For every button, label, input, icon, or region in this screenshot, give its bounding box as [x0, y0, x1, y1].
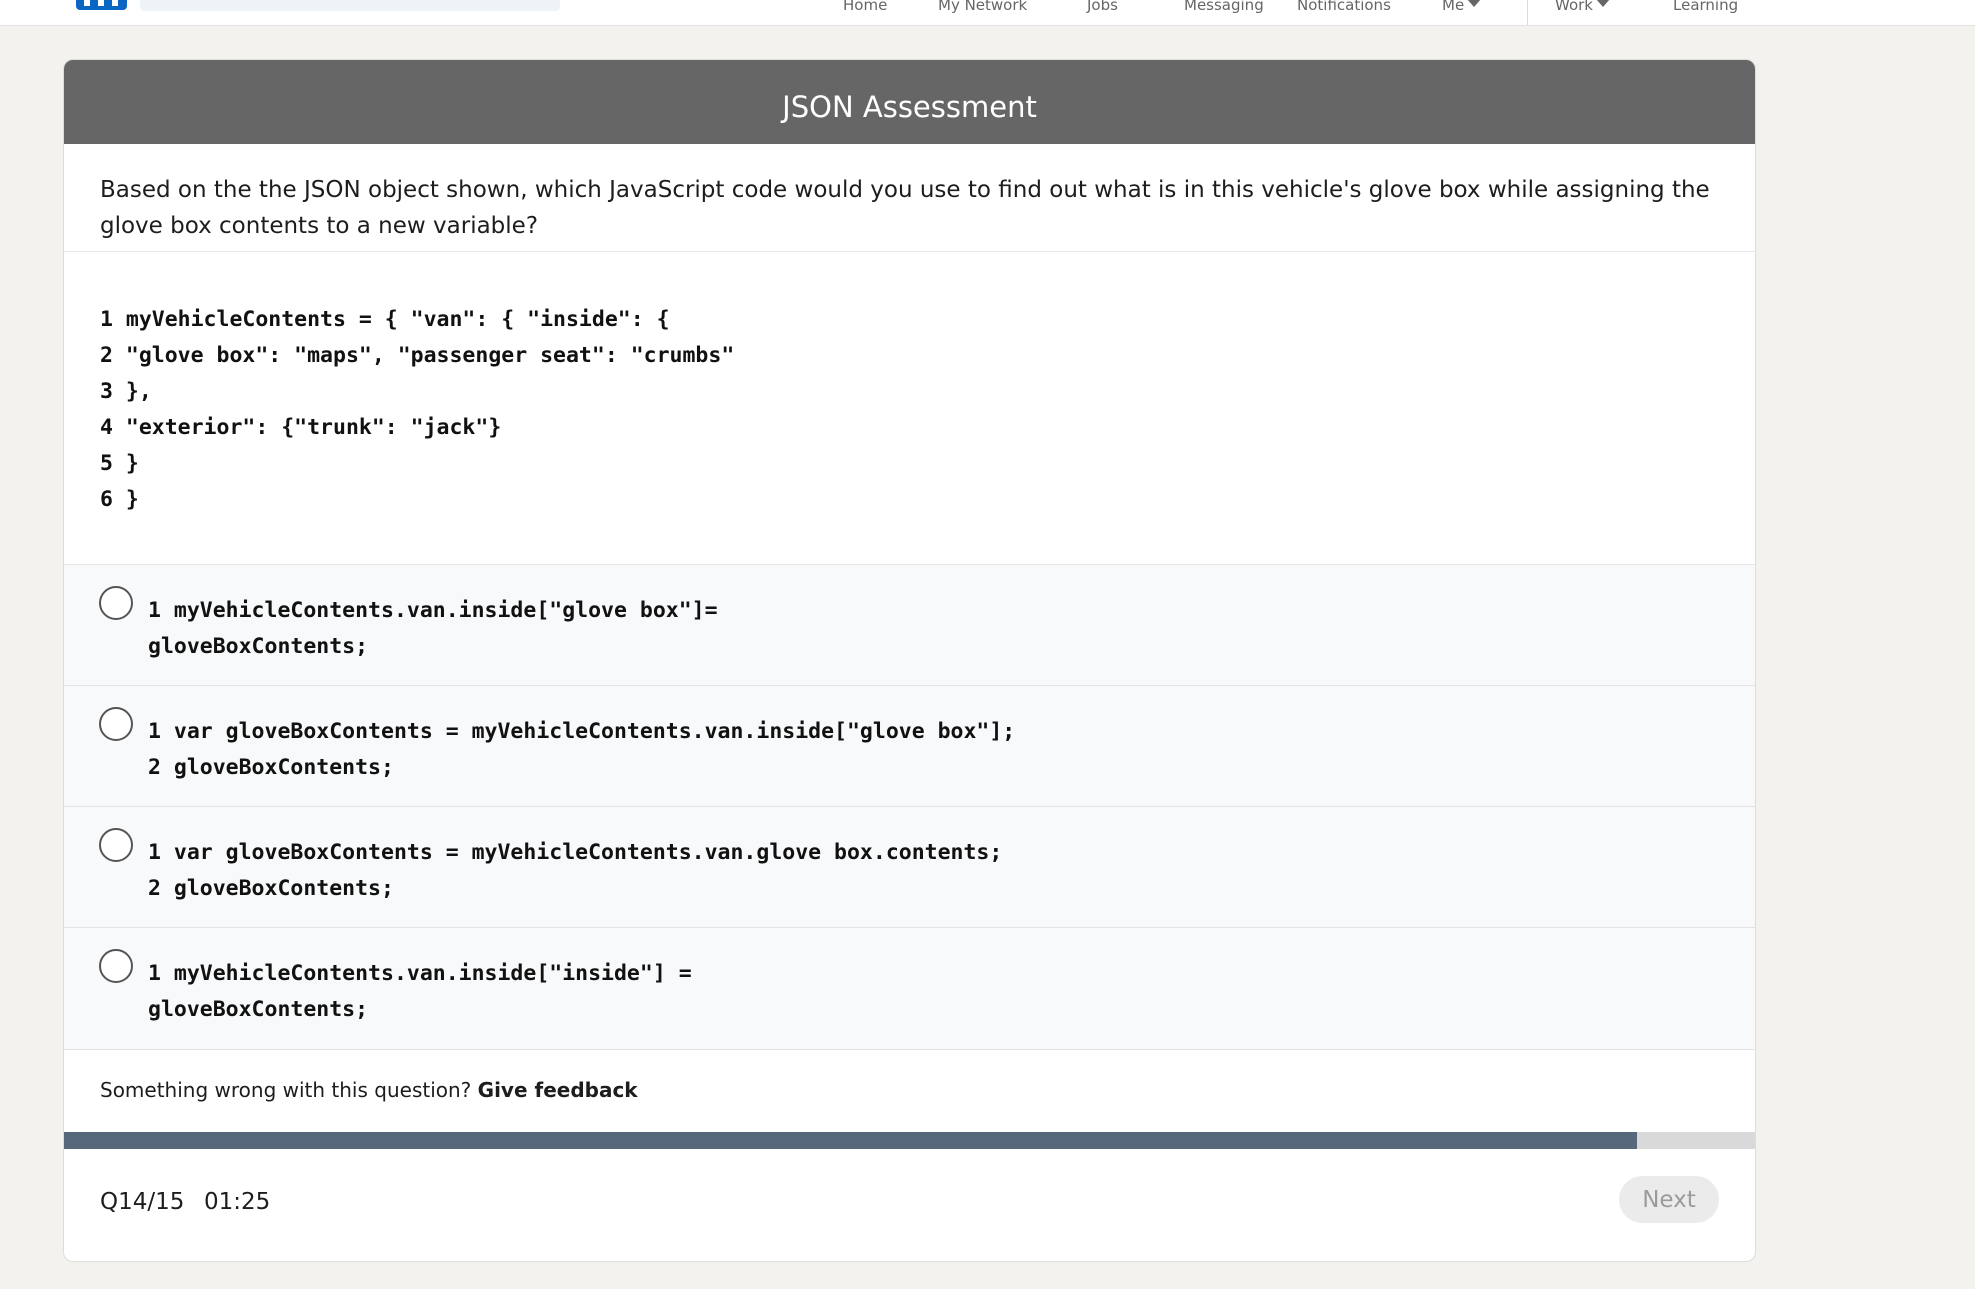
nav-messaging[interactable]: Messaging: [1184, 0, 1264, 14]
nav-my-network[interactable]: My Network: [938, 0, 1027, 14]
caret-down-icon: [1467, 0, 1482, 7]
nav-jobs[interactable]: Jobs: [1087, 0, 1118, 14]
radio-button[interactable]: [99, 949, 133, 983]
linkedin-logo-icon[interactable]: [76, 0, 127, 10]
caret-down-icon: [1595, 0, 1610, 7]
option-code-line: 1 myVehicleContents.van.inside["inside"]…: [148, 961, 692, 986]
option-code-line: 1 var gloveBoxContents = myVehicleConten…: [148, 840, 1003, 865]
progress-bar: [64, 1132, 1755, 1149]
code-line: 4 "exterior": {"trunk": "jack"}: [100, 415, 502, 440]
feedback-row: Something wrong with this question? Give…: [64, 1050, 1755, 1132]
nav-me-menu[interactable]: Me: [1442, 0, 1482, 14]
timer: 01:25: [204, 1189, 271, 1215]
option-code-line: gloveBoxContents;: [148, 634, 369, 659]
option-code-line: gloveBoxContents;: [148, 997, 369, 1022]
option-code-line: 1 myVehicleContents.van.inside["glove bo…: [148, 598, 718, 623]
assessment-title: JSON Assessment: [64, 60, 1755, 144]
answer-option-1[interactable]: 1 myVehicleContents.van.inside["glove bo…: [64, 565, 1755, 686]
assessment-footer: Q14/15 01:25 Next: [64, 1149, 1755, 1247]
radio-button[interactable]: [99, 707, 133, 741]
code-line: 6 }: [100, 487, 139, 512]
nav-me-label: Me: [1442, 0, 1465, 14]
radio-button[interactable]: [99, 828, 133, 862]
top-navbar: Home My Network Jobs Messaging Notificat…: [0, 0, 1975, 26]
give-feedback-link[interactable]: Give feedback: [478, 1078, 638, 1102]
answer-option-2[interactable]: 1 var gloveBoxContents = myVehicleConten…: [64, 686, 1755, 807]
nav-notifications[interactable]: Notifications: [1297, 0, 1391, 14]
json-code-block: 1 myVehicleContents = { "van": { "inside…: [64, 252, 1755, 565]
search-input[interactable]: [140, 0, 560, 11]
nav-work-label: Work: [1555, 0, 1593, 14]
option-code-line: 1 var gloveBoxContents = myVehicleConten…: [148, 719, 1016, 744]
option-code-line: 2 gloveBoxContents;: [148, 755, 394, 780]
nav-divider: [1527, 0, 1528, 25]
question-text: Based on the the JSON object shown, whic…: [64, 144, 1755, 252]
nav-home[interactable]: Home: [843, 0, 887, 14]
progress-bar-fill: [64, 1132, 1637, 1149]
option-code-line: 2 gloveBoxContents;: [148, 876, 394, 901]
next-button[interactable]: Next: [1619, 1176, 1719, 1223]
code-line: 1 myVehicleContents = { "van": { "inside…: [100, 307, 670, 332]
code-line: 3 },: [100, 379, 152, 404]
nav-work-menu[interactable]: Work: [1555, 0, 1610, 14]
assessment-card: JSON Assessment Based on the the JSON ob…: [63, 59, 1756, 1262]
answer-option-3[interactable]: 1 var gloveBoxContents = myVehicleConten…: [64, 807, 1755, 928]
radio-button[interactable]: [99, 586, 133, 620]
code-line: 5 }: [100, 451, 139, 476]
nav-learning[interactable]: Learning: [1673, 0, 1738, 14]
feedback-prompt: Something wrong with this question?: [100, 1078, 472, 1102]
question-counter: Q14/15: [100, 1189, 185, 1215]
answer-option-4[interactable]: 1 myVehicleContents.van.inside["inside"]…: [64, 928, 1755, 1050]
answer-options: 1 myVehicleContents.van.inside["glove bo…: [64, 565, 1755, 1050]
code-line: 2 "glove box": "maps", "passenger seat":…: [100, 343, 735, 368]
